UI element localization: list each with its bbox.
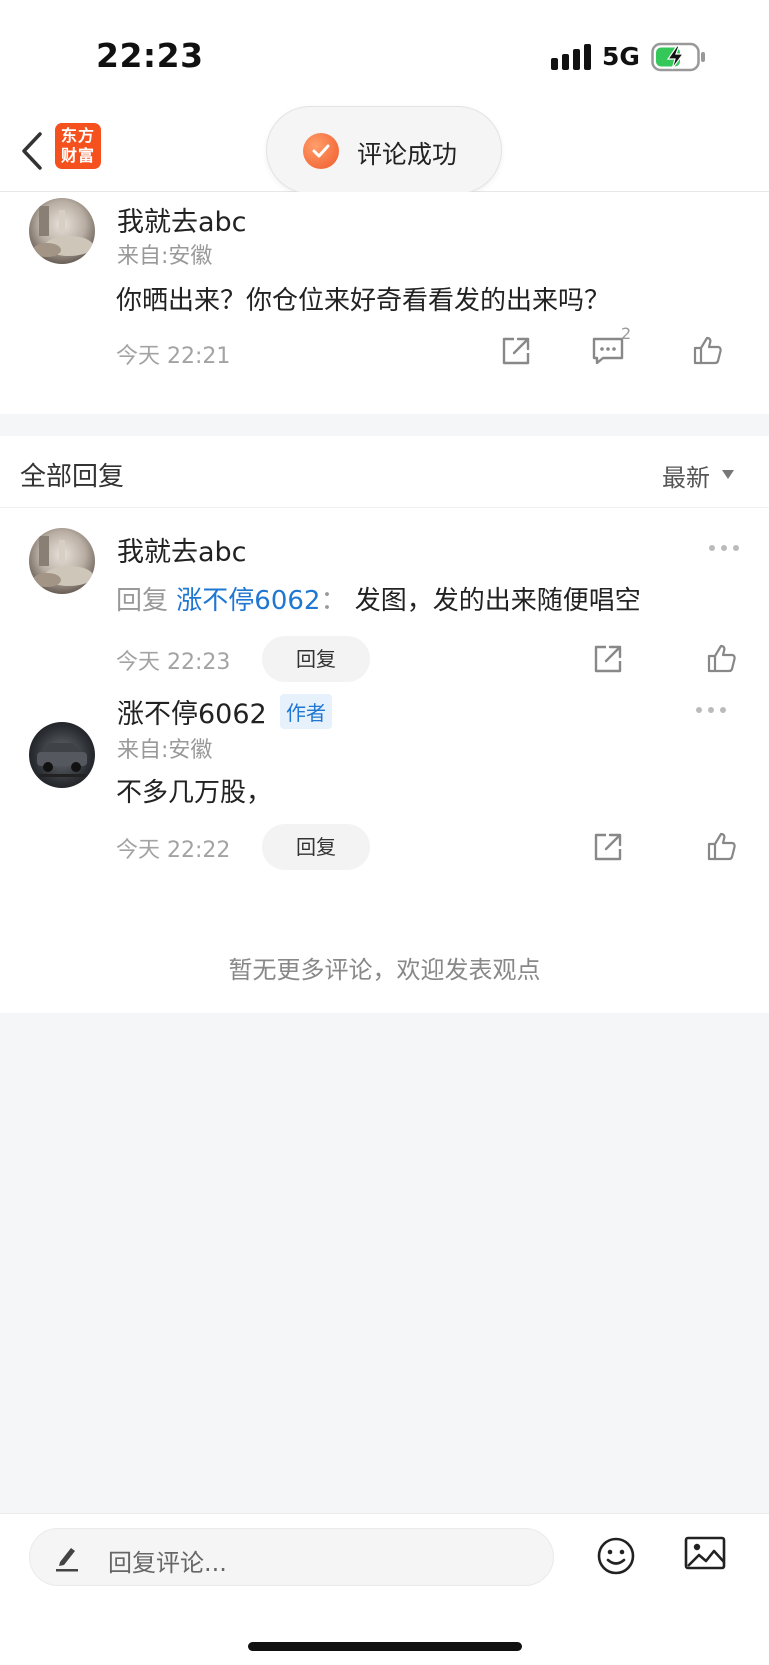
original-comment: 我就去abc 来自:安徽 你晒出来？你仓位来好奇看看发的出来吗？ 今天 22:2… [0,192,769,414]
share-icon[interactable] [500,335,532,367]
logo-line2: 财富 [60,146,95,165]
reply-content: 不多几万股， [116,778,273,808]
reply-prefix: 回复 [116,586,169,616]
reply-input[interactable]: 回复评论... [29,1528,554,1586]
reply-author-name[interactable]: 我就去abc [117,530,247,569]
avatar[interactable] [29,722,95,788]
reply-content: 回复 涨不停6062： 发图，发的出来随便唱空 [116,580,641,617]
avatar[interactable] [29,198,95,264]
back-arrow-icon[interactable] [14,128,50,174]
more-options-icon[interactable] [695,706,727,714]
section-divider [0,414,769,436]
reply-target-link[interactable]: 涨不停6062 [176,586,320,616]
reply-time: 今天 22:22 [116,838,231,863]
signal-icon [551,44,591,70]
reply-input-placeholder: 回复评论... [108,1549,227,1577]
commenter-location: 来自:安徽 [117,244,213,269]
comment-count: 2 [621,324,632,343]
pencil-icon [56,1548,78,1572]
reply-author-location: 来自:安徽 [117,738,213,763]
nav-bar: 东方 财富 评论成功 [0,106,769,194]
network-label: 5G [602,42,640,71]
author-badge: 作者 [280,694,332,729]
status-bar: 22:23 5G [0,0,769,110]
like-icon[interactable] [706,642,738,674]
reply-colon: ： [320,586,347,616]
comment-content: 你晒出来？你仓位来好奇看看发的出来吗？ [116,286,611,316]
comment-icon[interactable] [591,336,625,366]
like-icon[interactable] [706,830,738,862]
reply-button[interactable]: 回复 [262,636,370,682]
commenter-name[interactable]: 我就去abc [117,200,247,239]
emoji-icon[interactable] [596,1536,636,1576]
sort-dropdown[interactable]: 最新 [662,458,710,493]
status-time: 22:23 [96,36,204,75]
home-indicator [248,1642,522,1651]
share-icon[interactable] [592,831,624,863]
avatar[interactable] [29,528,95,594]
share-icon[interactable] [592,643,624,675]
image-icon[interactable] [684,1536,726,1572]
more-options-icon[interactable] [708,544,740,552]
replies-title: 全部回复 [20,462,125,492]
caret-down-icon[interactable] [722,470,734,479]
logo-line1: 东方 [60,126,95,145]
success-toast: 评论成功 [266,106,502,194]
like-icon[interactable] [692,334,724,366]
toast-text: 评论成功 [357,140,458,169]
battery-charging-icon [651,42,705,72]
comment-time: 今天 22:21 [116,344,231,369]
reply-text: 发图，发的出来随便唱空 [354,586,641,616]
reply-item: 我就去abc 回复 涨不停6062： 发图，发的出来随便唱空 今天 22:23 … [0,508,769,684]
reply-author-name[interactable]: 涨不停6062 [117,692,267,731]
app-logo[interactable]: 东方 财富 [55,123,101,169]
no-more-comments-note: 暂无更多评论，欢迎发表观点 [0,940,769,1012]
bottom-bar: 回复评论... [0,1513,769,1665]
reply-item: 涨不停6062 作者 来自:安徽 不多几万股， 今天 22:22 回复 [0,684,769,940]
reply-button[interactable]: 回复 [262,824,370,870]
check-circle-icon [303,133,339,169]
reply-time: 今天 22:23 [116,650,231,675]
empty-area [0,1013,769,1513]
replies-header: 全部回复 最新 [0,436,769,508]
